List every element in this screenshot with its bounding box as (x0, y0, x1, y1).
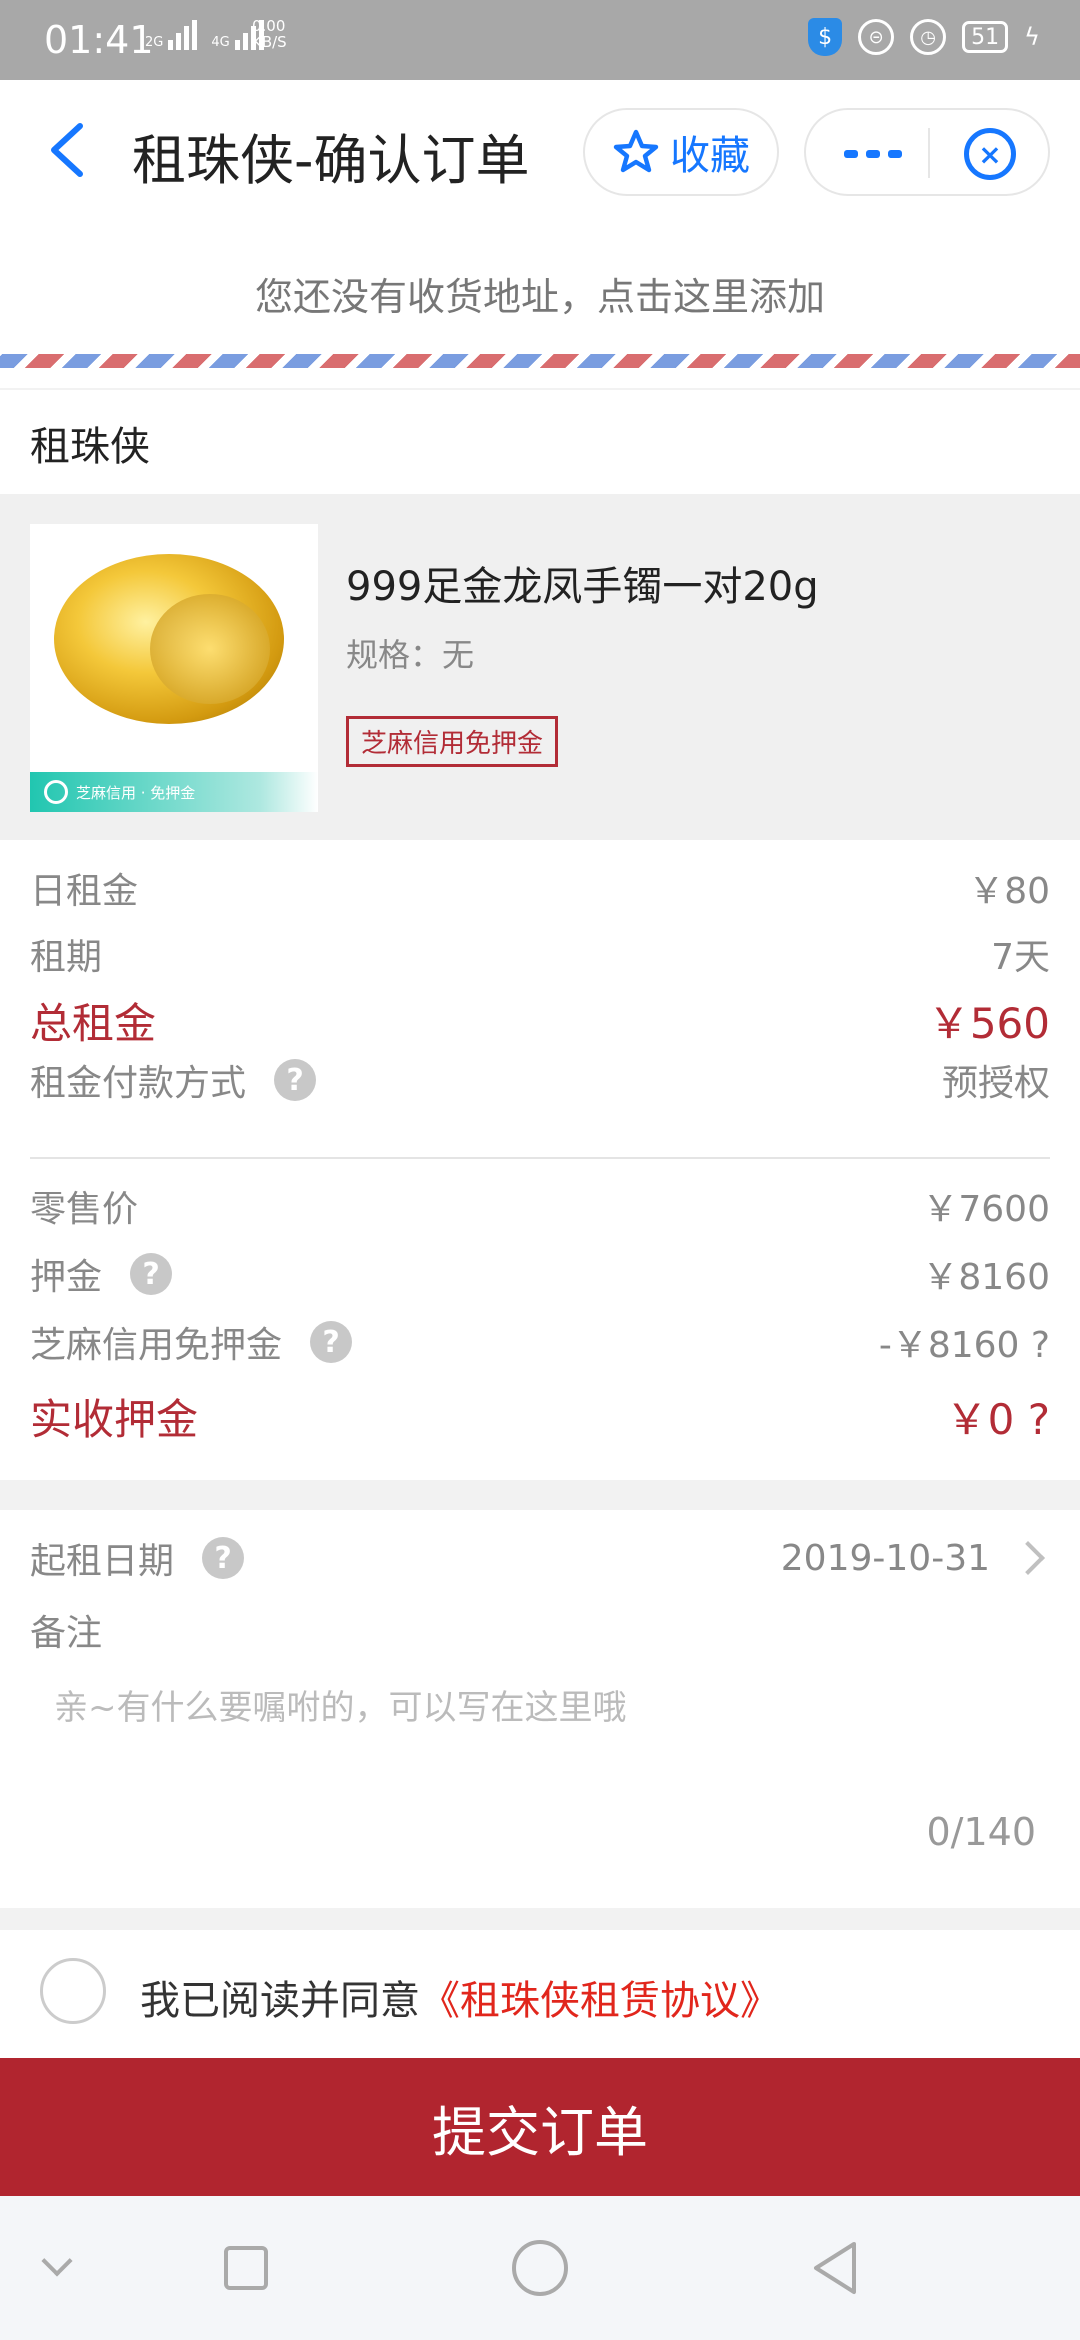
product-image: 芝麻信用 · 免押金 (30, 524, 318, 812)
speed-value: 0.00 (252, 17, 286, 35)
submit-order-button[interactable]: 提交订单 (0, 2058, 1080, 2196)
bangle-inner-graphic (150, 594, 270, 704)
note-label: 备注 (30, 1613, 103, 1654)
thumb-caption: 芝麻信用 · 免押金 (76, 783, 196, 802)
total-rent-row: 总租金 ￥560 (30, 990, 1050, 1051)
battery-icon: 51 (962, 21, 1009, 53)
sesame-icon (44, 780, 68, 804)
charging-icon: ϟ (1024, 23, 1040, 51)
help-icon[interactable]: ? (130, 1253, 173, 1295)
airmail-border (0, 354, 1080, 368)
network-indicators: 2G 4G (145, 20, 264, 50)
agreement-row: 我已阅读并同意《租珠侠租赁协议》 (0, 1930, 1080, 2058)
payment-method-label: 租金付款方式 (30, 1063, 247, 1104)
back-arrow-icon[interactable] (44, 120, 90, 180)
note-row: 备注 (30, 1604, 1050, 1656)
status-time: 01:41 (44, 18, 154, 62)
help-icon[interactable]: ? (274, 1059, 317, 1101)
alarm-icon: ◷ (910, 19, 947, 55)
close-miniapp-icon[interactable]: × (964, 128, 1016, 180)
deposit-value: ￥8160 (922, 1257, 1050, 1298)
product-name: 999足金龙凤手镯一对20g (346, 564, 819, 610)
app-header: 租珠侠-确认订单 收藏 × (0, 80, 1080, 220)
retail-price-value: ￥7600 (922, 1189, 1050, 1230)
shop-header: 租珠侠 (0, 390, 1080, 494)
favorite-button[interactable]: 收藏 (583, 108, 779, 196)
note-char-counter: 0/140 (926, 1810, 1036, 1854)
actual-deposit-label: 实收押金 (30, 1395, 199, 1444)
daily-rent-label: 日租金 (30, 871, 139, 912)
start-date-value[interactable]: 2019-10-31 (781, 1538, 990, 1579)
page-title: 租珠侠-确认订单 (132, 129, 530, 192)
help-icon[interactable]: ? (310, 1321, 353, 1363)
deposit-waiver-label: 芝麻信用免押金 (30, 1325, 283, 1366)
agreement-label: 我已阅读并同意 (140, 1978, 420, 2024)
order-details-section: 起租日期 ? 2019-10-31 备注 亲~有什么要嘱咐的，可以写在这里哦 0… (0, 1510, 1080, 1908)
agree-checkbox[interactable] (40, 1958, 106, 2024)
actual-deposit-row: 实收押金 ￥0 ? (30, 1386, 1050, 1447)
recents-icon[interactable] (224, 2246, 268, 2290)
capsule-divider (928, 128, 930, 178)
deposit-waiver-row: 芝麻信用免押金 ? -￥8160 ? (30, 1316, 1050, 1368)
actual-deposit-value: ￥0 ? (945, 1395, 1050, 1444)
payment-method-value: 预授权 (941, 1063, 1050, 1104)
agreement-text: 我已阅读并同意《租珠侠租赁协议》 (140, 1968, 780, 2026)
total-rent-label: 总租金 (30, 999, 157, 1048)
home-icon[interactable] (512, 2240, 568, 2296)
star-icon (613, 129, 659, 173)
system-nav-bar (0, 2196, 1080, 2340)
signal-icon: 2G (145, 20, 198, 50)
retail-price-row: 零售价 ￥7600 (30, 1180, 1050, 1232)
start-date-label: 起租日期 (30, 1541, 175, 1582)
start-date-row[interactable]: 起租日期 ? 2019-10-31 (30, 1532, 1050, 1584)
shield-icon: $ (808, 18, 843, 56)
hide-nav-icon[interactable] (41, 2245, 73, 2277)
back-triangle-icon[interactable] (810, 2240, 860, 2296)
rental-agreement-link[interactable]: 《租珠侠租赁协议》 (420, 1978, 780, 2024)
sesame-credit-strip: 芝麻信用 · 免押金 (30, 772, 318, 812)
network-type-1: 2G (145, 35, 164, 50)
deposit-label: 押金 (30, 1257, 103, 1298)
daily-rent-value: ￥80 (968, 871, 1050, 912)
note-input[interactable]: 亲~有什么要嘱咐的，可以写在这里哦 (54, 1680, 627, 1729)
shop-name: 租珠侠 (30, 424, 150, 470)
address-section[interactable]: 您还没有收货地址，点击这里添加 (0, 220, 1080, 388)
pricing-section: 日租金 ￥80 租期 7天 总租金 ￥560 租金付款方式 ? 预授权 零售价 … (0, 840, 1080, 1480)
payment-method-row: 租金付款方式 ? 预授权 (30, 1054, 1050, 1106)
divider (30, 1157, 1050, 1159)
help-icon[interactable]: ? (202, 1537, 245, 1579)
speed-unit: KB/S (252, 33, 287, 51)
term-label: 租期 (30, 937, 103, 978)
product-spec: 规格：无 (346, 636, 475, 674)
term-row: 租期 7天 (30, 928, 1050, 980)
deposit-free-tag: 芝麻信用免押金 (346, 716, 559, 767)
battery-level: 51 (971, 24, 1000, 50)
lock-rotation-icon: ⊝ (858, 19, 895, 55)
network-type-2: 4G (211, 35, 230, 50)
daily-rent-row: 日租金 ￥80 (30, 862, 1050, 914)
favorite-label: 收藏 (670, 133, 750, 179)
add-address-prompt[interactable]: 您还没有收货地址，点击这里添加 (0, 266, 1080, 321)
deposit-waiver-value: -￥8160 ? (878, 1325, 1050, 1366)
status-bar: 01:41 2G 4G 0.00 KB/S $ ⊝ ◷ 51 ϟ (0, 0, 1080, 80)
chevron-right-icon (1011, 1541, 1045, 1575)
total-rent-value: ￥560 (927, 999, 1050, 1048)
product-card: 芝麻信用 · 免押金 999足金龙凤手镯一对20g 规格：无 芝麻信用免押金 (0, 494, 1080, 840)
term-value: 7天 (991, 937, 1050, 978)
more-icon[interactable] (844, 150, 902, 158)
status-icons: $ ⊝ ◷ 51 ϟ (808, 18, 1040, 56)
retail-price-label: 零售价 (30, 1189, 139, 1230)
network-speed: 0.00 KB/S (252, 18, 287, 50)
deposit-row: 押金 ? ￥8160 (30, 1248, 1050, 1300)
capsule-menu: × (804, 108, 1050, 196)
